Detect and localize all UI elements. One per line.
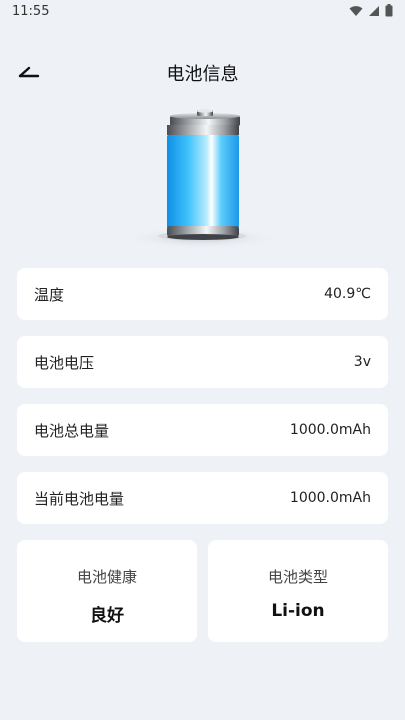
info-row-voltage: 电池电压 3v bbox=[17, 336, 388, 388]
info-row-total-capacity: 电池总电量 1000.0mAh bbox=[17, 404, 388, 456]
battery-health-tile: 电池健康 良好 bbox=[17, 540, 197, 642]
battery-status-icon bbox=[385, 4, 393, 17]
info-row-value: 40.9℃ bbox=[324, 286, 371, 302]
status-icons bbox=[349, 4, 393, 17]
info-row-label: 电池总电量 bbox=[34, 421, 110, 440]
tile-value: 良好 bbox=[90, 606, 124, 626]
tile-value: Li-ion bbox=[271, 601, 325, 621]
info-row-label: 电池电压 bbox=[34, 353, 95, 372]
status-bar: 11:55 bbox=[0, 0, 405, 24]
info-row-value: 1000.0mAh bbox=[289, 490, 371, 506]
cellular-signal-icon bbox=[368, 5, 380, 17]
header: 电池信息 bbox=[0, 54, 405, 90]
info-row-value: 1000.0mAh bbox=[289, 422, 371, 438]
tile-label: 电池类型 bbox=[267, 568, 328, 586]
page-title: 电池信息 bbox=[166, 64, 239, 85]
status-time: 11:55 bbox=[12, 4, 50, 19]
info-row-label: 当前电池电量 bbox=[34, 489, 125, 508]
info-row-current-capacity: 当前电池电量 1000.0mAh bbox=[17, 472, 388, 524]
battery-full-icon bbox=[120, 108, 285, 256]
wifi-icon bbox=[349, 5, 363, 17]
battery-type-tile: 电池类型 Li-ion bbox=[208, 540, 388, 642]
tile-label: 电池健康 bbox=[76, 568, 137, 586]
info-row-label: 温度 bbox=[34, 285, 65, 304]
info-row-value: 3v bbox=[353, 354, 371, 370]
info-row-temperature: 温度 40.9℃ bbox=[17, 268, 388, 320]
